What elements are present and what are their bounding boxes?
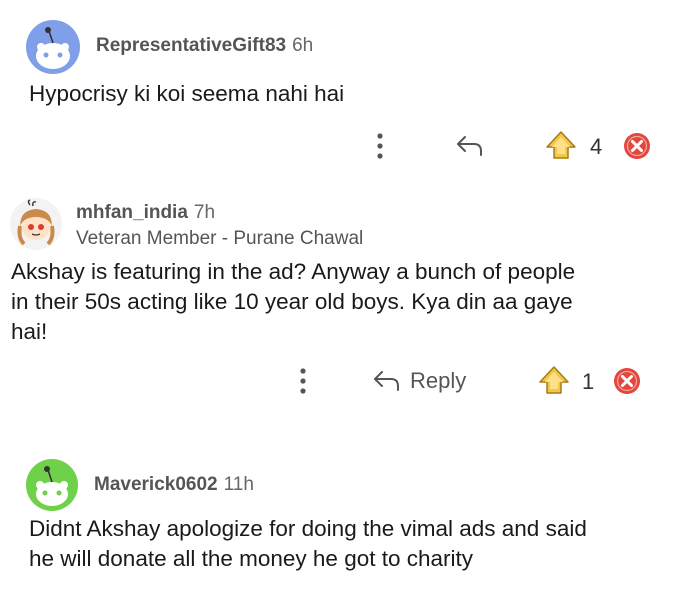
comment-1: RepresentativeGift83 6h Hypocrisy ki koi … (0, 0, 700, 175)
more-options-button[interactable] (291, 361, 315, 401)
comment-body: Hypocrisy ki koi seema nahi hai (29, 81, 345, 106)
reply-arrow-icon (374, 371, 399, 391)
comment-meta: Maverick0602 11h (94, 474, 254, 496)
more-vertical-icon (377, 133, 383, 159)
upvote-award-icon (546, 131, 576, 159)
comment-meta: RepresentativeGift83 6h (96, 35, 313, 57)
downvote-close-icon (614, 368, 640, 394)
comment-meta: mhfan_india 7h (76, 202, 215, 224)
snoo-girl-avatar-icon (17, 199, 55, 246)
upvote-award-icon (539, 366, 569, 394)
comment-body: Akshay is featuring in the ad? Anyway a … (11, 257, 575, 347)
comment-age: 11h (223, 474, 254, 495)
comment-3: Maverick0602 11h Didnt Akshay apologize f… (0, 430, 700, 595)
comment-body-line: in their 50s acting like 10 year old boy… (11, 289, 573, 314)
upvote-button[interactable] (535, 363, 573, 399)
snoo-avatar-icon (36, 27, 70, 69)
snoo-avatar-icon (36, 466, 68, 506)
username[interactable]: mhfan_india (76, 202, 188, 223)
reply-button[interactable] (452, 126, 488, 166)
username[interactable]: Maverick0602 (94, 474, 218, 495)
reply-button[interactable]: Reply (372, 361, 492, 401)
comment-body-line: Akshay is featuring in the ad? Anyway a … (11, 259, 576, 284)
comment-body-line: hai! (11, 319, 48, 344)
avatar[interactable] (26, 459, 78, 511)
comment-body-line: Didnt Akshay apologize for doing the vim… (29, 516, 587, 541)
comment-actions: 4 (0, 126, 700, 166)
upvote-button[interactable] (542, 128, 580, 164)
reply-label: Reply (410, 368, 467, 393)
comment-2: mhfan_india 7h Veteran Member - Purane Ch… (0, 175, 700, 430)
downvote-close-icon (624, 133, 650, 159)
more-options-button[interactable] (368, 126, 392, 166)
downvote-button[interactable] (612, 366, 642, 396)
comment-body-line: he will donate all the money he got to c… (29, 546, 474, 571)
more-vertical-icon (300, 368, 306, 394)
upvote-count: 1 (582, 369, 595, 394)
reply-arrow-icon (457, 136, 482, 156)
comment-body: Didnt Akshay apologize for doing the vim… (29, 514, 587, 574)
downvote-button[interactable] (622, 131, 652, 161)
comment-age: 7h (193, 202, 216, 223)
upvote-count: 4 (590, 134, 603, 159)
avatar[interactable] (26, 20, 80, 74)
comment-actions: Reply 1 (0, 361, 700, 401)
avatar[interactable] (10, 198, 62, 250)
username[interactable]: RepresentativeGift83 (96, 35, 286, 56)
user-flair: Veteran Member - Purane Chawal (76, 228, 364, 249)
comment-age: 6h (292, 35, 314, 56)
